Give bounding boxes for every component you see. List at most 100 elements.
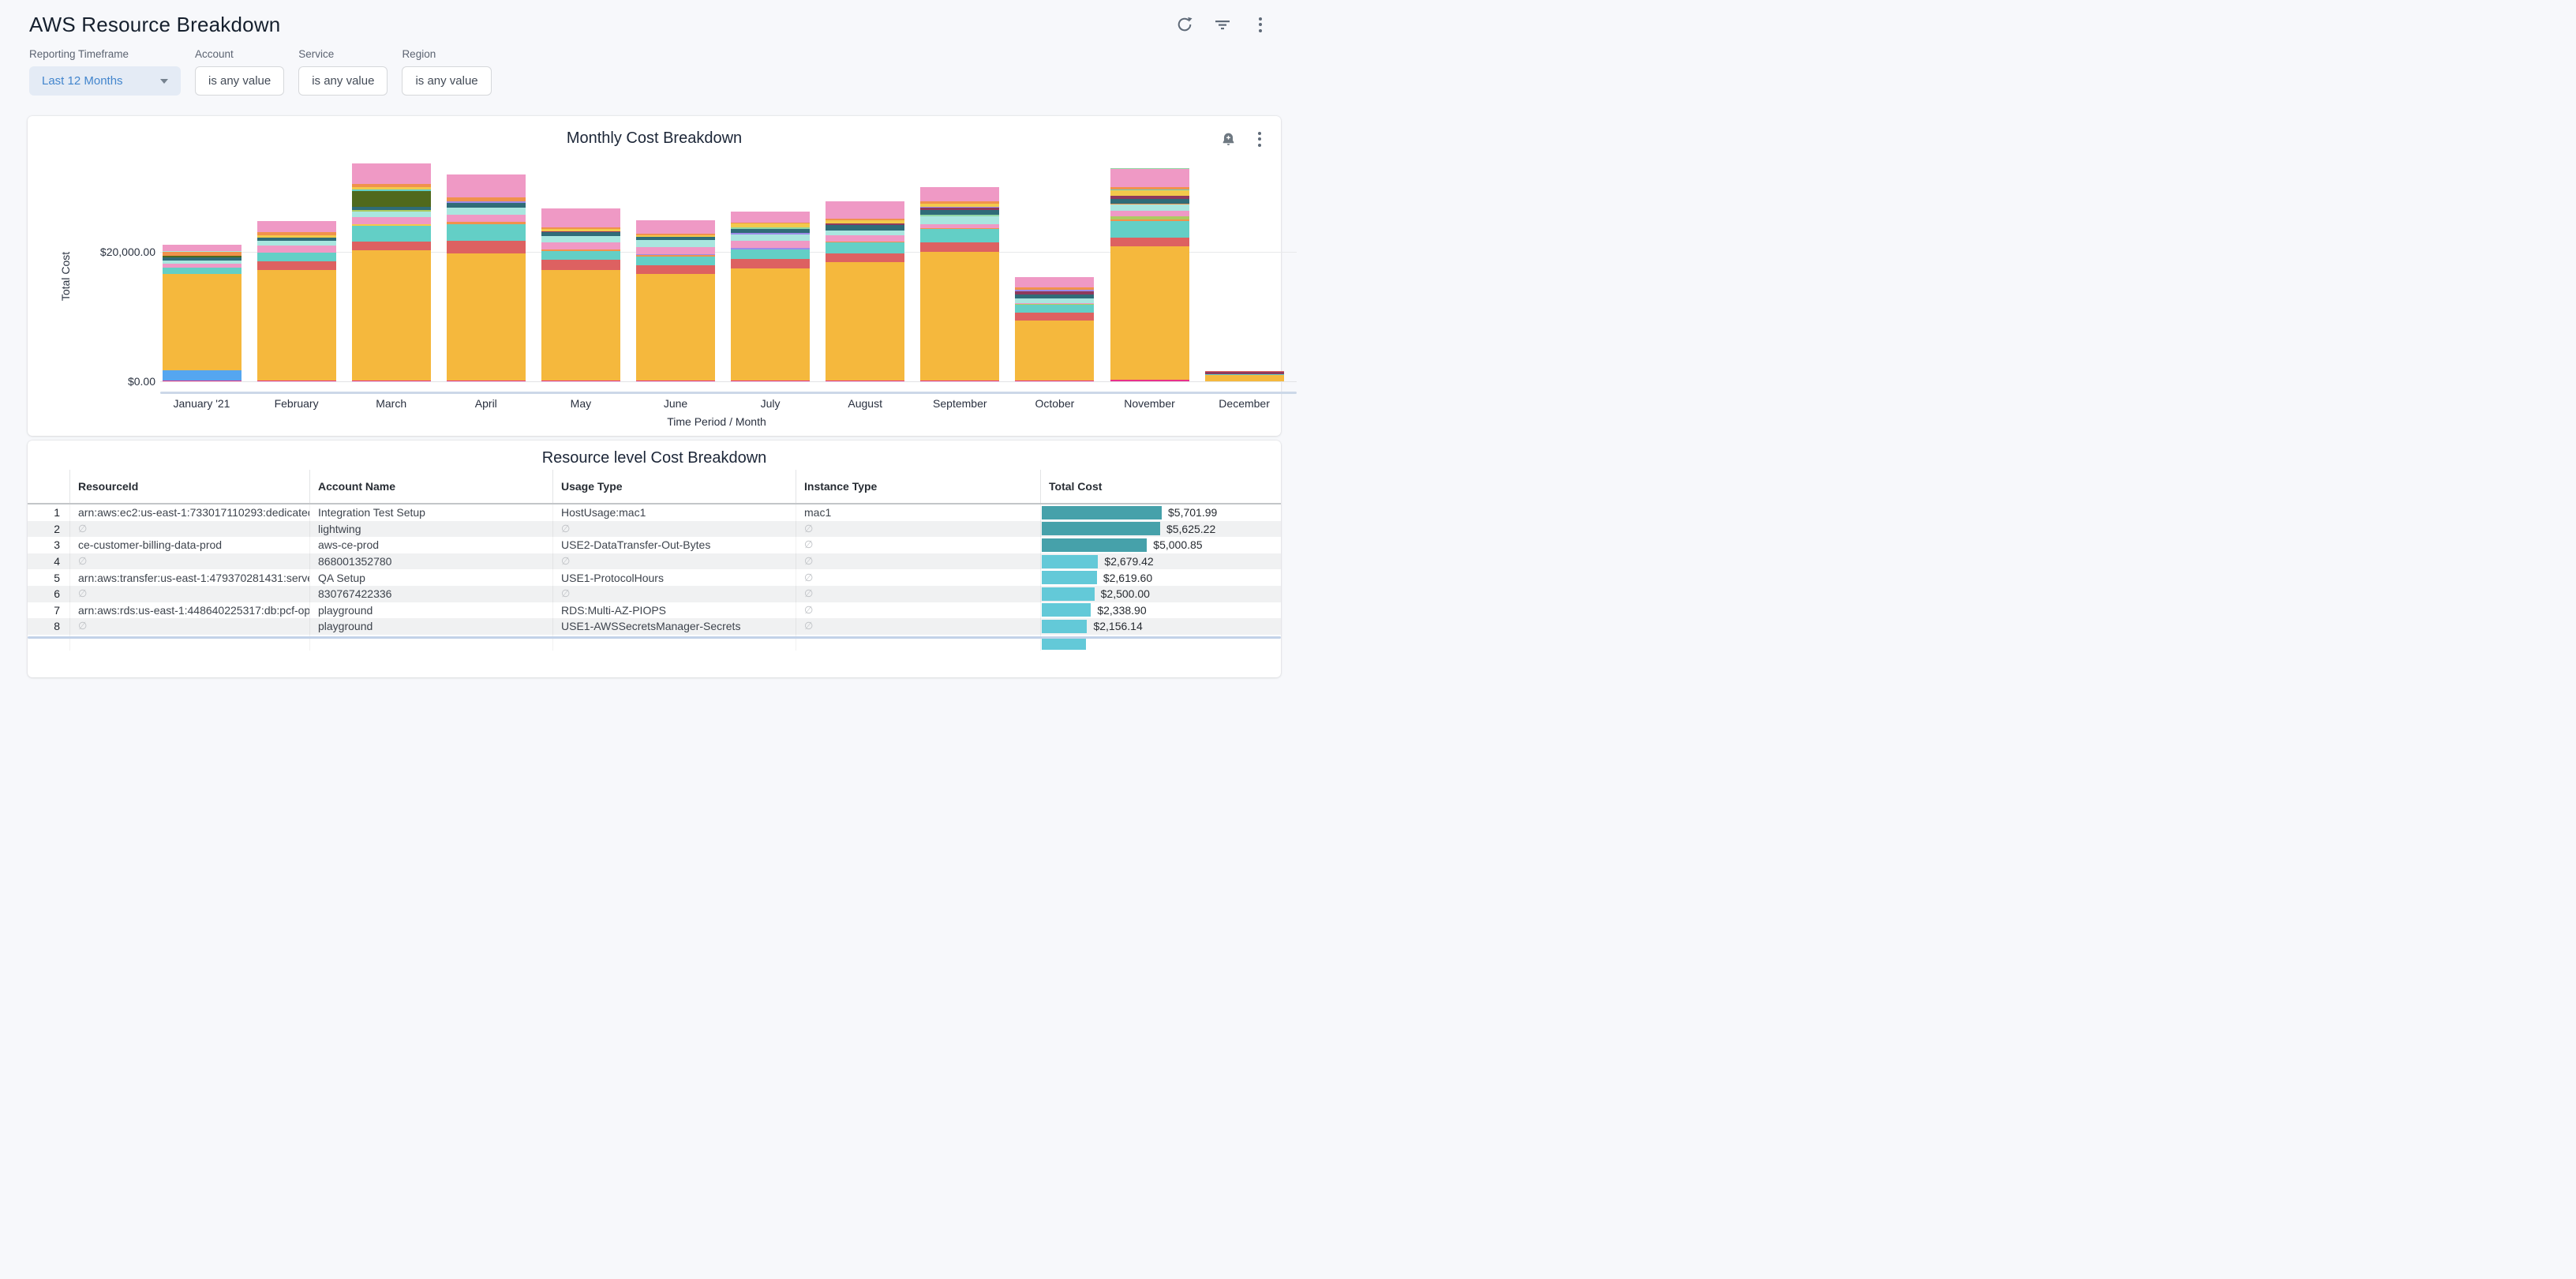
cell-total-cost[interactable]: $2,619.60	[1040, 569, 1281, 586]
bar-segment[interactable]	[447, 224, 526, 241]
cell-account-name[interactable]: playground	[309, 618, 552, 635]
account-filter-button[interactable]: is any value	[195, 66, 284, 96]
bar-segment[interactable]	[447, 241, 526, 253]
bar-segment[interactable]	[1110, 238, 1189, 246]
bar-segment[interactable]	[163, 268, 242, 275]
bar-segment[interactable]	[352, 226, 431, 242]
bar-segment[interactable]	[541, 260, 620, 270]
bar-segment[interactable]	[826, 235, 904, 242]
bar-segment[interactable]	[1015, 313, 1094, 321]
bar-segment[interactable]	[920, 229, 999, 242]
refresh-icon[interactable]	[1174, 14, 1195, 35]
more-vert-icon[interactable]	[1250, 14, 1271, 35]
bar-segment[interactable]	[541, 270, 620, 381]
cell-total-cost[interactable]: $2,156.14	[1040, 618, 1281, 635]
cell-instance-type[interactable]: ∅	[796, 586, 1040, 602]
stacked-bar-january-21[interactable]	[163, 245, 242, 381]
bar-segment[interactable]	[731, 241, 810, 248]
cell-usage-type[interactable]: ∅	[552, 521, 796, 538]
cell-usage-type[interactable]: USE1-ProtocolHours	[552, 569, 796, 586]
stacked-bar-june[interactable]	[636, 220, 715, 381]
bar-segment[interactable]	[447, 208, 526, 215]
cell-usage-type[interactable]: USE1-AWSSecretsManager-Secrets	[552, 618, 796, 635]
bar-segment[interactable]	[731, 234, 810, 242]
cell-account-name[interactable]: aws-ce-prod	[309, 537, 552, 553]
service-filter-button[interactable]: is any value	[298, 66, 388, 96]
cell-account-name[interactable]: QA Setup	[309, 569, 552, 586]
bar-segment[interactable]	[447, 174, 526, 197]
cell-usage-type[interactable]: ∅	[552, 553, 796, 570]
cell-usage-type[interactable]: USE2-DataTransfer-Out-Bytes	[552, 537, 796, 553]
cell-usage-type[interactable]: ∅	[552, 586, 796, 602]
bar-segment[interactable]	[352, 217, 431, 224]
stacked-bar-april[interactable]	[447, 174, 526, 381]
cell-resource-id[interactable]: arn:aws:transfer:us-east-1:479370281431:…	[69, 569, 309, 586]
cell-account-name[interactable]: lightwing	[309, 521, 552, 538]
bar-segment[interactable]	[447, 253, 526, 381]
bar-segment[interactable]	[826, 262, 904, 381]
bar-segment[interactable]	[731, 259, 810, 268]
bar-segment[interactable]	[636, 247, 715, 254]
cell-instance-type[interactable]: mac1	[796, 504, 1040, 521]
bar-segment[interactable]	[920, 187, 999, 201]
cell-total-cost[interactable]: $2,338.90	[1040, 602, 1281, 619]
bar-segment[interactable]	[1205, 375, 1284, 381]
cell-resource-id[interactable]: arn:aws:ec2:us-east-1:733017110293:dedic…	[69, 504, 309, 521]
cell-account-name[interactable]: 830767422336	[309, 586, 552, 602]
stacked-bar-october[interactable]	[1015, 277, 1094, 381]
bar-segment[interactable]	[352, 212, 431, 218]
bar-segment[interactable]	[1110, 169, 1189, 187]
bar-segment[interactable]	[731, 249, 810, 259]
cell-total-cost[interactable]: $2,679.42	[1040, 553, 1281, 570]
bar-segment[interactable]	[163, 245, 242, 251]
bar-segment[interactable]	[1110, 211, 1189, 217]
bar-segment[interactable]	[731, 212, 810, 223]
cell-account-name[interactable]: playground	[309, 602, 552, 619]
cell-instance-type[interactable]: ∅	[796, 602, 1040, 619]
bar-segment[interactable]	[541, 236, 620, 243]
reporting-timeframe-dropdown[interactable]: Last 12 Months	[29, 66, 181, 96]
bar-segment[interactable]	[920, 252, 999, 381]
column-header-account-name[interactable]: Account Name	[309, 470, 552, 503]
column-header-total-cost[interactable]: Total Cost	[1040, 470, 1281, 503]
bar-segment[interactable]	[257, 221, 336, 232]
cell-total-cost[interactable]: $5,701.99	[1040, 504, 1281, 521]
filter-icon[interactable]	[1212, 14, 1233, 35]
cell-resource-id[interactable]: arn:aws:rds:us-east-1:448640225317:db:pc…	[69, 602, 309, 619]
bar-segment[interactable]	[1110, 380, 1189, 381]
stacked-bar-august[interactable]	[826, 201, 904, 381]
bar-segment[interactable]	[257, 270, 336, 381]
column-header-instance-type[interactable]: Instance Type	[796, 470, 1040, 503]
cell-account-name[interactable]: 868001352780	[309, 553, 552, 570]
bar-segment[interactable]	[920, 242, 999, 252]
cell-resource-id[interactable]: ∅	[69, 618, 309, 635]
bar-segment[interactable]	[826, 253, 904, 262]
cell-instance-type[interactable]: ∅	[796, 569, 1040, 586]
stacked-bar-december[interactable]	[1205, 371, 1284, 381]
cell-instance-type[interactable]: ∅	[796, 553, 1040, 570]
bar-segment[interactable]	[1015, 305, 1094, 312]
bar-segment[interactable]	[352, 191, 431, 207]
region-filter-button[interactable]: is any value	[402, 66, 491, 96]
bar-segment[interactable]	[636, 265, 715, 274]
cell-total-cost[interactable]: $5,000.85	[1040, 537, 1281, 553]
bar-segment[interactable]	[636, 257, 715, 265]
bar-segment[interactable]	[541, 251, 620, 260]
bar-segment[interactable]	[447, 215, 526, 222]
stacked-bar-november[interactable]	[1110, 168, 1189, 381]
column-header-usage-type[interactable]: Usage Type	[552, 470, 796, 503]
cell-resource-id[interactable]: ∅	[69, 586, 309, 602]
cell-instance-type[interactable]: ∅	[796, 618, 1040, 635]
cell-usage-type[interactable]: RDS:Multi-AZ-PIOPS	[552, 602, 796, 619]
bar-segment[interactable]	[541, 208, 620, 227]
stacked-bar-february[interactable]	[257, 221, 336, 381]
bar-segment[interactable]	[920, 216, 999, 224]
bar-segment[interactable]	[352, 242, 431, 251]
cell-account-name[interactable]: Integration Test Setup	[309, 504, 552, 521]
bar-segment[interactable]	[257, 246, 336, 253]
bar-segment[interactable]	[1015, 277, 1094, 287]
cell-resource-id[interactable]: ce-customer-billing-data-prod	[69, 537, 309, 553]
bar-segment[interactable]	[163, 370, 242, 381]
bar-segment[interactable]	[257, 253, 336, 261]
bar-segment[interactable]	[636, 220, 715, 234]
